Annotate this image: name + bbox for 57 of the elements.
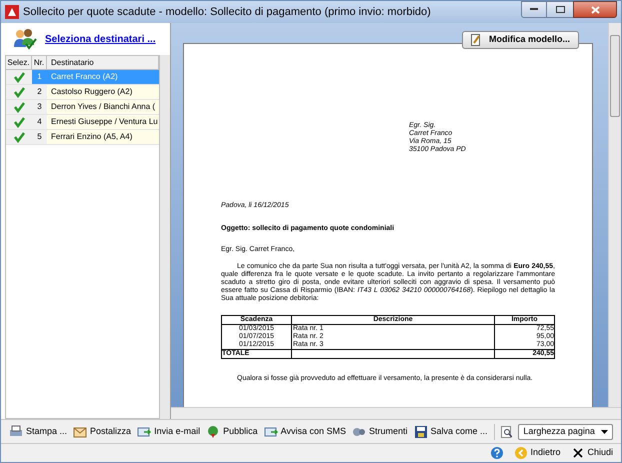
horizontal-scrollbar[interactable]	[171, 407, 621, 419]
row-number: 2	[32, 85, 47, 99]
toolbar-button[interactable]: Pubblica	[206, 422, 258, 442]
maximize-icon	[556, 6, 564, 13]
column-header[interactable]: Destinatario	[47, 56, 159, 69]
zoom-dropdown[interactable]: Larghezza pagina	[518, 424, 613, 440]
window-title: Sollecito per quote scadute - modello: Sollecito di pagamento (primo invio: morbido)	[23, 4, 431, 20]
help-icon[interactable]	[491, 447, 504, 459]
row-number: 4	[32, 115, 47, 129]
toolbar-button[interactable]: Avvisa con SMS	[264, 422, 346, 442]
recipient-row[interactable]: 4 Ernesti Giuseppe / Ventura Lu	[6, 115, 159, 130]
column-header[interactable]: Nr.	[32, 56, 47, 69]
minimize-icon	[530, 8, 538, 11]
back-button[interactable]: Indietro	[515, 446, 560, 460]
toolbar-button[interactable]: Invia e-mail	[137, 422, 200, 442]
vertical-scrollbar[interactable]	[608, 23, 621, 407]
maximize-button[interactable]	[547, 1, 573, 18]
toolbar-button[interactable]: Strumenti	[352, 422, 408, 442]
close-icon	[590, 6, 600, 14]
checkmark-icon[interactable]	[14, 72, 24, 82]
people-check-icon	[13, 28, 37, 50]
scroll-thumb[interactable]	[610, 35, 620, 117]
select-recipients-link[interactable]: Seleziona destinatari ...	[45, 32, 156, 46]
checkmark-icon[interactable]	[14, 132, 24, 142]
toolbar-button[interactable]: Stampa ...	[9, 422, 68, 442]
checkmark-icon[interactable]	[14, 102, 24, 112]
envelope-icon	[73, 424, 88, 438]
recipient-row[interactable]: 3 Derron Yives / Bianchi Anna (	[6, 100, 159, 115]
recipient-name: Carret Franco (A2)	[50, 71, 119, 83]
recipient-name: Ferrari Enzino (A5, A4)	[50, 131, 134, 143]
app-logo-icon	[5, 5, 19, 19]
recipient-row[interactable]: 5 Ferrari Enzino (A5, A4)	[6, 130, 159, 145]
close-button[interactable]: Chiudi	[572, 446, 613, 460]
globe-icon	[206, 424, 220, 438]
checkmark-icon[interactable]	[14, 86, 24, 98]
recipient-name: Derron Yives / Bianchi Anna (	[50, 101, 156, 113]
email-icon	[264, 424, 278, 438]
row-number: 3	[32, 100, 47, 114]
recipient-row[interactable]: 2 Castolso Ruggero (A2)	[6, 85, 159, 100]
email-icon	[137, 424, 152, 438]
printer-icon	[9, 424, 23, 438]
close-button[interactable]	[573, 1, 617, 18]
recipient-name: Castolso Ruggero (A2)	[50, 86, 134, 98]
checkmark-icon[interactable]	[14, 116, 24, 128]
recipient-name: Ernesti Giuseppe / Ventura Lu	[50, 116, 159, 128]
minimize-button[interactable]	[521, 1, 547, 18]
edit-document-icon	[470, 34, 481, 46]
row-number: 1	[36, 71, 43, 83]
caret-icon	[601, 430, 608, 434]
edit-template-button[interactable]: Modifica modello...	[462, 31, 579, 49]
scrollbar[interactable]	[160, 55, 170, 419]
close-icon	[572, 447, 584, 459]
row-number: 5	[32, 130, 47, 144]
toolbar-button[interactable]: Salva come ...	[414, 422, 488, 442]
toolbar-button[interactable]: Postalizza	[73, 422, 132, 442]
magnifier-icon	[500, 426, 512, 438]
column-header[interactable]: Selez.	[6, 56, 32, 69]
